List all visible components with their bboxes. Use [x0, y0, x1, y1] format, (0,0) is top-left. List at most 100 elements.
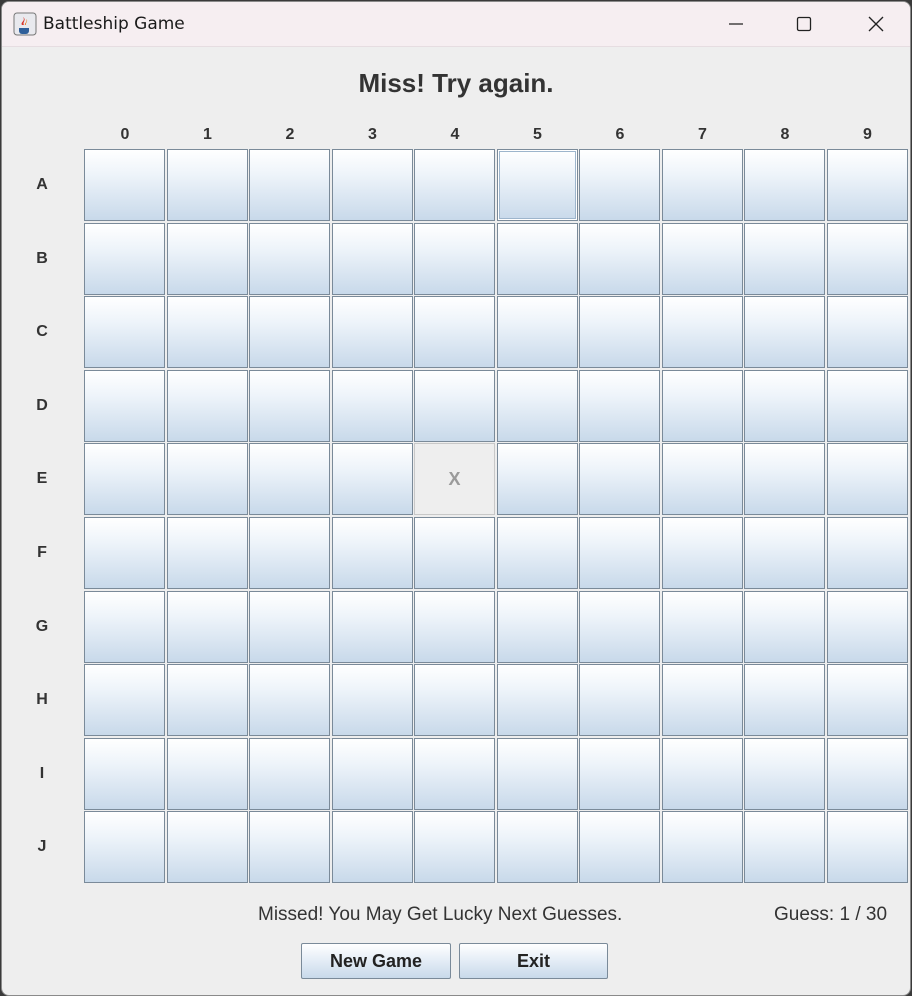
grid-cell-i7[interactable] — [662, 738, 743, 810]
grid-cell-d9[interactable] — [827, 370, 908, 442]
grid-cell-f6[interactable] — [579, 517, 660, 589]
grid-cell-d2[interactable] — [249, 370, 330, 442]
grid-cell-f8[interactable] — [744, 517, 825, 589]
grid-cell-f7[interactable] — [662, 517, 743, 589]
grid-cell-a0[interactable] — [84, 149, 165, 221]
grid-cell-b8[interactable] — [744, 223, 825, 295]
grid-cell-a6[interactable] — [579, 149, 660, 221]
grid-cell-a7[interactable] — [662, 149, 743, 221]
grid-cell-j1[interactable] — [167, 811, 248, 883]
grid-cell-j6[interactable] — [579, 811, 660, 883]
grid-cell-d1[interactable] — [167, 370, 248, 442]
grid-cell-c6[interactable] — [579, 296, 660, 368]
grid-cell-g1[interactable] — [167, 591, 248, 663]
grid-cell-c1[interactable] — [167, 296, 248, 368]
grid-cell-a5[interactable] — [497, 149, 578, 221]
grid-cell-j4[interactable] — [414, 811, 495, 883]
grid-cell-e9[interactable] — [827, 443, 908, 515]
grid-cell-e4[interactable]: X — [414, 443, 495, 515]
grid-cell-i9[interactable] — [827, 738, 908, 810]
new-game-button[interactable]: New Game — [301, 943, 451, 979]
grid-cell-f4[interactable] — [414, 517, 495, 589]
grid-cell-b5[interactable] — [497, 223, 578, 295]
grid-cell-d0[interactable] — [84, 370, 165, 442]
grid-cell-e8[interactable] — [744, 443, 825, 515]
grid-cell-j7[interactable] — [662, 811, 743, 883]
grid-cell-g5[interactable] — [497, 591, 578, 663]
title-bar[interactable]: Battleship Game — [2, 2, 910, 47]
grid-cell-h0[interactable] — [84, 664, 165, 736]
grid-cell-c9[interactable] — [827, 296, 908, 368]
grid-cell-b4[interactable] — [414, 223, 495, 295]
grid-cell-j5[interactable] — [497, 811, 578, 883]
grid-cell-h2[interactable] — [249, 664, 330, 736]
grid-cell-d4[interactable] — [414, 370, 495, 442]
grid-cell-g0[interactable] — [84, 591, 165, 663]
grid-cell-i0[interactable] — [84, 738, 165, 810]
grid-cell-b7[interactable] — [662, 223, 743, 295]
grid-cell-c8[interactable] — [744, 296, 825, 368]
grid-cell-i4[interactable] — [414, 738, 495, 810]
grid-cell-j2[interactable] — [249, 811, 330, 883]
grid-cell-a3[interactable] — [332, 149, 413, 221]
grid-cell-i3[interactable] — [332, 738, 413, 810]
grid-cell-h6[interactable] — [579, 664, 660, 736]
grid-cell-e6[interactable] — [579, 443, 660, 515]
grid-cell-g6[interactable] — [579, 591, 660, 663]
exit-button[interactable]: Exit — [459, 943, 608, 979]
grid-cell-e0[interactable] — [84, 443, 165, 515]
grid-cell-g7[interactable] — [662, 591, 743, 663]
grid-cell-f3[interactable] — [332, 517, 413, 589]
grid-cell-i1[interactable] — [167, 738, 248, 810]
grid-cell-f0[interactable] — [84, 517, 165, 589]
grid-cell-b1[interactable] — [167, 223, 248, 295]
grid-cell-c4[interactable] — [414, 296, 495, 368]
grid-cell-g2[interactable] — [249, 591, 330, 663]
grid-cell-h1[interactable] — [167, 664, 248, 736]
grid-cell-f2[interactable] — [249, 517, 330, 589]
grid-cell-d8[interactable] — [744, 370, 825, 442]
grid-cell-a9[interactable] — [827, 149, 908, 221]
grid-cell-h9[interactable] — [827, 664, 908, 736]
grid-cell-i5[interactable] — [497, 738, 578, 810]
grid-cell-j3[interactable] — [332, 811, 413, 883]
grid-cell-g9[interactable] — [827, 591, 908, 663]
grid-cell-i8[interactable] — [744, 738, 825, 810]
grid-cell-h8[interactable] — [744, 664, 825, 736]
grid-cell-b6[interactable] — [579, 223, 660, 295]
grid-cell-j9[interactable] — [827, 811, 908, 883]
grid-cell-c3[interactable] — [332, 296, 413, 368]
close-button[interactable] — [842, 2, 910, 46]
grid-cell-h4[interactable] — [414, 664, 495, 736]
grid-cell-c7[interactable] — [662, 296, 743, 368]
grid-cell-g8[interactable] — [744, 591, 825, 663]
grid-cell-h7[interactable] — [662, 664, 743, 736]
grid-cell-b3[interactable] — [332, 223, 413, 295]
grid-cell-j8[interactable] — [744, 811, 825, 883]
maximize-button[interactable] — [770, 2, 838, 46]
grid-cell-d6[interactable] — [579, 370, 660, 442]
grid-cell-j0[interactable] — [84, 811, 165, 883]
grid-cell-e1[interactable] — [167, 443, 248, 515]
grid-cell-e2[interactable] — [249, 443, 330, 515]
grid-cell-h3[interactable] — [332, 664, 413, 736]
grid-cell-h5[interactable] — [497, 664, 578, 736]
grid-cell-f5[interactable] — [497, 517, 578, 589]
grid-cell-b2[interactable] — [249, 223, 330, 295]
grid-cell-e3[interactable] — [332, 443, 413, 515]
grid-cell-c2[interactable] — [249, 296, 330, 368]
grid-cell-g3[interactable] — [332, 591, 413, 663]
grid-cell-d5[interactable] — [497, 370, 578, 442]
grid-cell-b0[interactable] — [84, 223, 165, 295]
grid-cell-g4[interactable] — [414, 591, 495, 663]
grid-cell-i2[interactable] — [249, 738, 330, 810]
grid-cell-c0[interactable] — [84, 296, 165, 368]
grid-cell-e7[interactable] — [662, 443, 743, 515]
grid-cell-f1[interactable] — [167, 517, 248, 589]
grid-cell-e5[interactable] — [497, 443, 578, 515]
grid-cell-b9[interactable] — [827, 223, 908, 295]
grid-cell-a4[interactable] — [414, 149, 495, 221]
grid-cell-a2[interactable] — [249, 149, 330, 221]
grid-cell-c5[interactable] — [497, 296, 578, 368]
minimize-button[interactable] — [702, 2, 770, 46]
